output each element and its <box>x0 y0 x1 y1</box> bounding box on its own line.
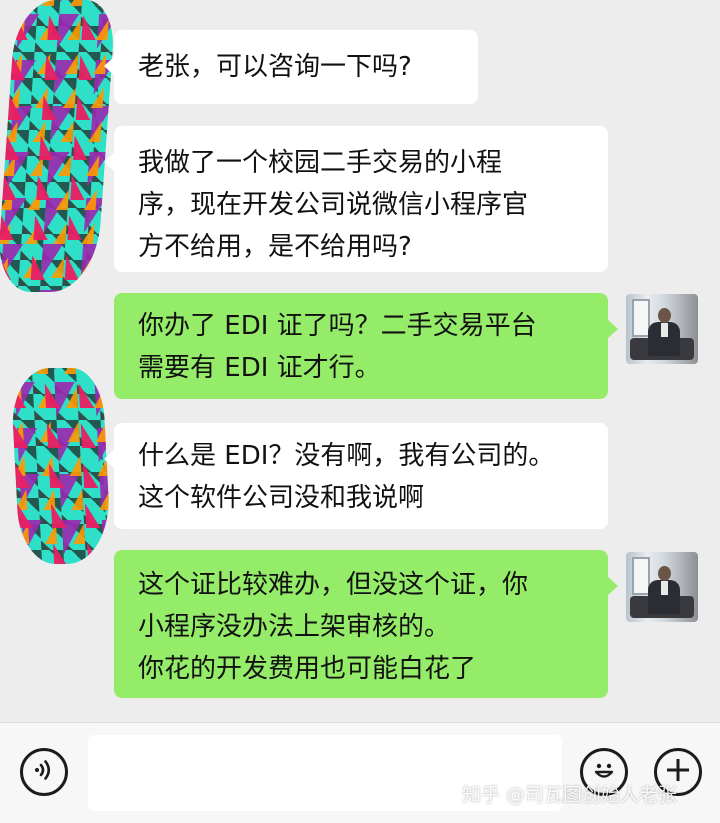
censored-avatar-contact <box>9 368 113 564</box>
incoming-message[interactable]: 什么是 EDI？没有啊，我有公司的。 这个软件公司没和我说啊 <box>104 423 608 529</box>
incoming-message[interactable]: 老张，可以咨询一下吗? <box>104 30 478 104</box>
incoming-message[interactable]: 我做了一个校园二手交易的小程 序，现在开发公司说微信小程序官 方不给用，是不给用… <box>104 126 608 272</box>
watermark: 知乎 @司瓦图创始人老张 <box>462 784 678 806</box>
avatar-self[interactable] <box>626 294 698 364</box>
outgoing-message[interactable]: 你办了 EDI 证了吗？二手交易平台 需要有 EDI 证才行。 <box>114 293 618 399</box>
outgoing-message[interactable]: 这个证比较难办，但没这个证，你 小程序没办法上架审核的。 你花的开发费用也可能白… <box>114 550 618 698</box>
voice-icon <box>31 757 57 787</box>
voice-button[interactable] <box>20 748 68 796</box>
censored-avatar-contact <box>0 0 117 292</box>
avatar-self[interactable] <box>626 552 698 622</box>
chat-area[interactable]: 老张，可以咨询一下吗? 我做了一个校园二手交易的小程 序，现在开发公司说微信小程… <box>0 0 720 722</box>
input-bar: 知乎 @司瓦图创始人老张 <box>0 722 720 823</box>
